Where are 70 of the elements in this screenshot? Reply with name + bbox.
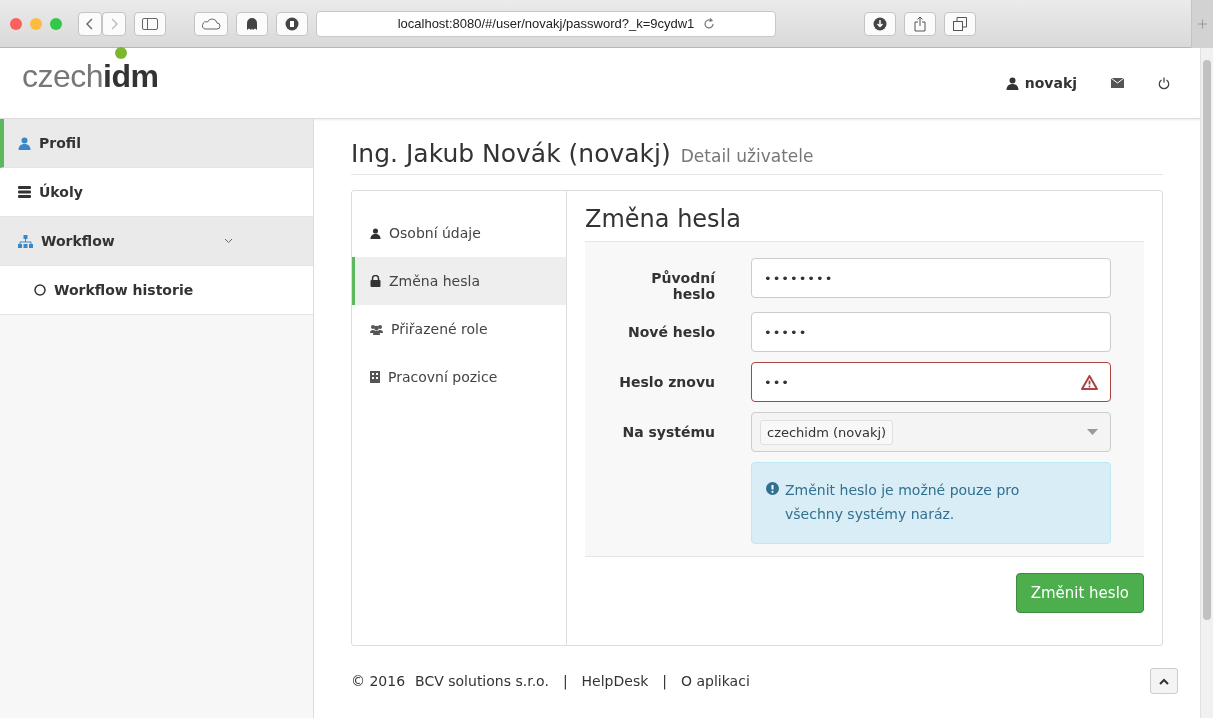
- ghost-button[interactable]: [236, 11, 268, 36]
- chevron-up-icon: [1159, 677, 1169, 685]
- warning-icon: [1081, 374, 1098, 390]
- password-field[interactable]: •••: [751, 362, 1111, 402]
- user-icon: [1005, 76, 1019, 90]
- shield-button[interactable]: [276, 11, 308, 36]
- side-tab[interactable]: Osobní údaje: [352, 209, 566, 257]
- sidebar-item[interactable]: Úkoly: [0, 168, 313, 217]
- logo-dot-icon: [115, 47, 127, 59]
- side-tab[interactable]: Změna hesla: [352, 257, 566, 305]
- share-button[interactable]: [904, 11, 936, 36]
- download-icon: [873, 16, 887, 31]
- sidebar-icon: [142, 17, 158, 30]
- chevron-left-icon: [85, 16, 95, 31]
- logo-text: idm: [103, 58, 159, 94]
- dropdown-caret-icon: [1087, 429, 1098, 435]
- page-title: Ing. Jakub Novák (novakj): [351, 139, 671, 168]
- chevron-icon: [224, 238, 233, 244]
- separator-text: |: [562, 673, 568, 689]
- cloud-button[interactable]: [194, 11, 228, 36]
- page-subtitle: Detail uživatele: [680, 146, 814, 166]
- sidebar-item[interactable]: Workflow historie: [0, 266, 313, 315]
- tabs-icon: [953, 16, 967, 31]
- exclamation-icon: [766, 482, 779, 495]
- download-button[interactable]: [864, 11, 896, 36]
- field-label: Heslo znovu: [618, 373, 715, 390]
- cloud-icon: [201, 17, 221, 30]
- user-icon: [370, 227, 381, 239]
- logo-text: czech: [22, 58, 104, 94]
- field-label: Původní heslo: [650, 269, 715, 302]
- user-menu-link[interactable]: novakj: [1005, 75, 1077, 91]
- circle-icon: [34, 284, 46, 296]
- close-icon[interactable]: [10, 17, 22, 30]
- power-icon[interactable]: [1158, 76, 1170, 90]
- side-tab[interactable]: Pracovní pozice: [352, 353, 566, 401]
- chevron-right-icon: [109, 16, 119, 31]
- stop-icon: [285, 16, 299, 31]
- copyright-text: © 2016: [351, 673, 406, 689]
- user-icon: [18, 136, 31, 150]
- building-icon: [370, 371, 380, 383]
- footer-link[interactable]: O aplikaci: [681, 673, 750, 689]
- sidebar-item[interactable]: Workflow: [0, 217, 313, 266]
- scroll-to-top-button[interactable]: [1150, 668, 1178, 694]
- side-tab[interactable]: Přiřazené role: [352, 305, 566, 353]
- tasks-icon: [18, 186, 31, 198]
- address-bar[interactable]: localhost:8080/#/user/novakj/password?_k=9cydw1: [316, 10, 776, 37]
- sitemap-icon: [18, 234, 33, 248]
- selected-value-tag: czechidm (novakj): [760, 419, 894, 445]
- sidebar-toggle-button[interactable]: [134, 11, 166, 36]
- reload-icon[interactable]: [703, 16, 715, 30]
- mail-icon[interactable]: [1111, 78, 1124, 88]
- separator-text: |: [662, 673, 668, 689]
- system-select[interactable]: czechidm (novakj): [751, 412, 1111, 452]
- plus-icon: [1198, 17, 1207, 30]
- footer-link[interactable]: HelpDesk: [581, 673, 649, 689]
- password-field[interactable]: •••••: [751, 312, 1111, 352]
- scrollbar[interactable]: [1200, 48, 1213, 718]
- field-label: Nové heslo: [626, 323, 715, 340]
- ghost-icon: [246, 16, 258, 31]
- sidebar-item[interactable]: Profil: [0, 119, 313, 168]
- password-field[interactable]: ••••••••: [751, 258, 1111, 298]
- footer-link[interactable]: BCV solutions s.r.o.: [415, 673, 549, 689]
- tabs-button[interactable]: [944, 11, 976, 36]
- url-text: localhost:8080/#/user/novakj/password?_k=9cydw1: [397, 16, 695, 31]
- lock-icon: [370, 275, 381, 287]
- field-label: Na systému: [621, 423, 715, 440]
- group-icon: [370, 323, 383, 335]
- back-button[interactable]: [78, 11, 102, 36]
- info-text: Změnit heslo je možné pouze pro všechny systémy naráz.: [785, 481, 1021, 524]
- share-icon: [914, 15, 926, 32]
